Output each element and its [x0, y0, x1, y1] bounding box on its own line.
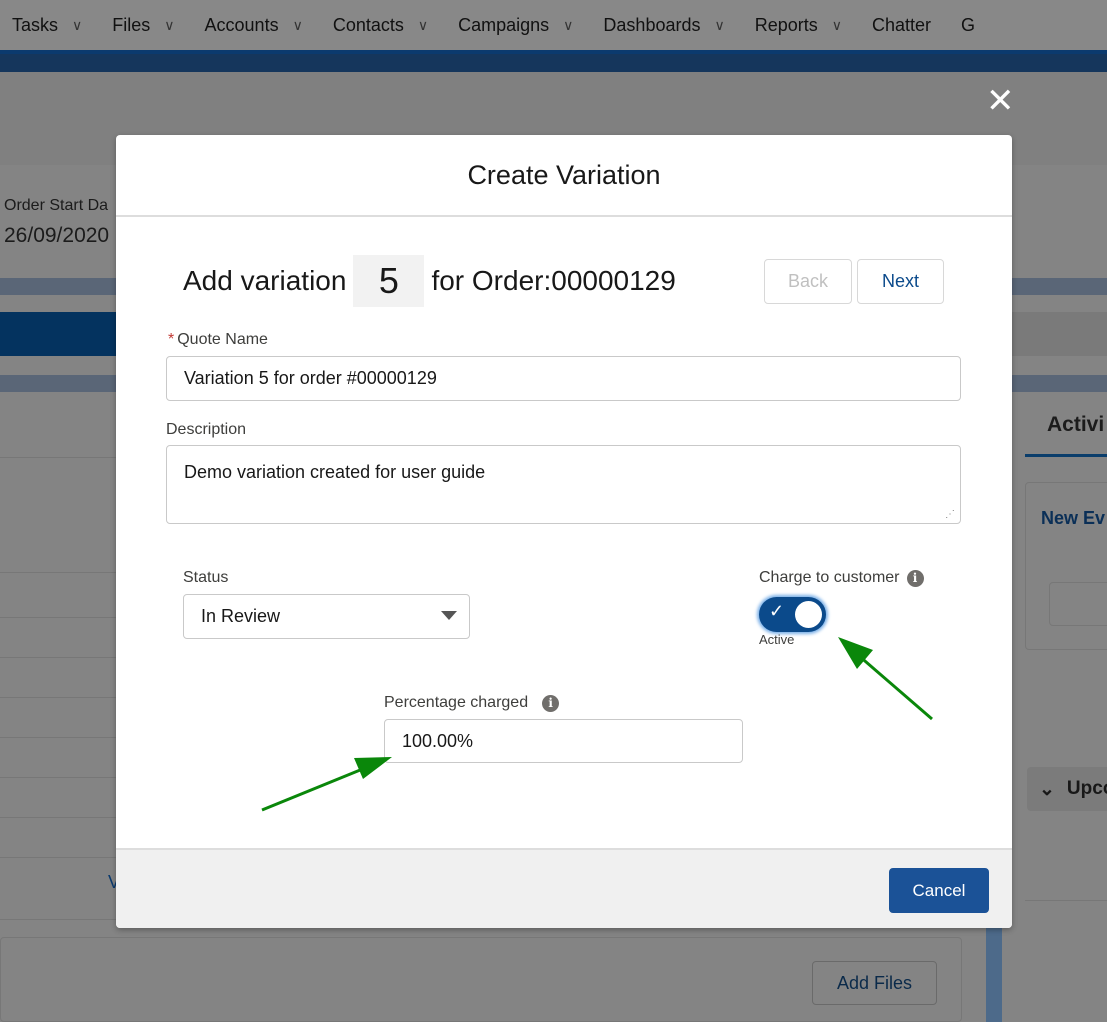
arrow-to-percentage-icon: [261, 757, 392, 812]
annotation-arrows: [261, 637, 933, 812]
arrow-to-toggle-icon: [838, 637, 933, 721]
